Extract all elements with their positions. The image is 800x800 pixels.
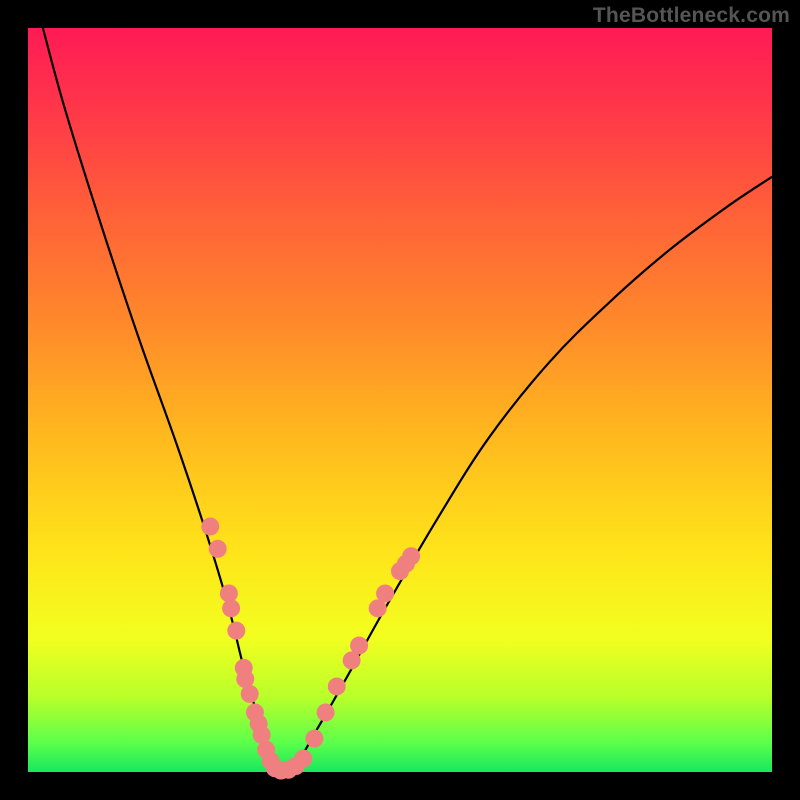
marker-dot xyxy=(201,517,219,535)
marker-dot xyxy=(376,584,394,602)
markers-group xyxy=(201,517,420,779)
marker-dot xyxy=(227,622,245,640)
chart-svg xyxy=(28,28,772,772)
curve-path xyxy=(43,28,772,773)
marker-dot xyxy=(241,685,259,703)
marker-dot xyxy=(222,599,240,617)
marker-dot xyxy=(328,677,346,695)
marker-dot xyxy=(305,730,323,748)
marker-dot xyxy=(317,703,335,721)
watermark-text: TheBottleneck.com xyxy=(593,4,790,28)
marker-dot xyxy=(402,547,420,565)
marker-dot xyxy=(294,750,312,768)
chart-frame: TheBottleneck.com xyxy=(0,0,800,800)
marker-dot xyxy=(209,540,227,558)
plot-area xyxy=(28,28,772,772)
marker-dot xyxy=(350,637,368,655)
